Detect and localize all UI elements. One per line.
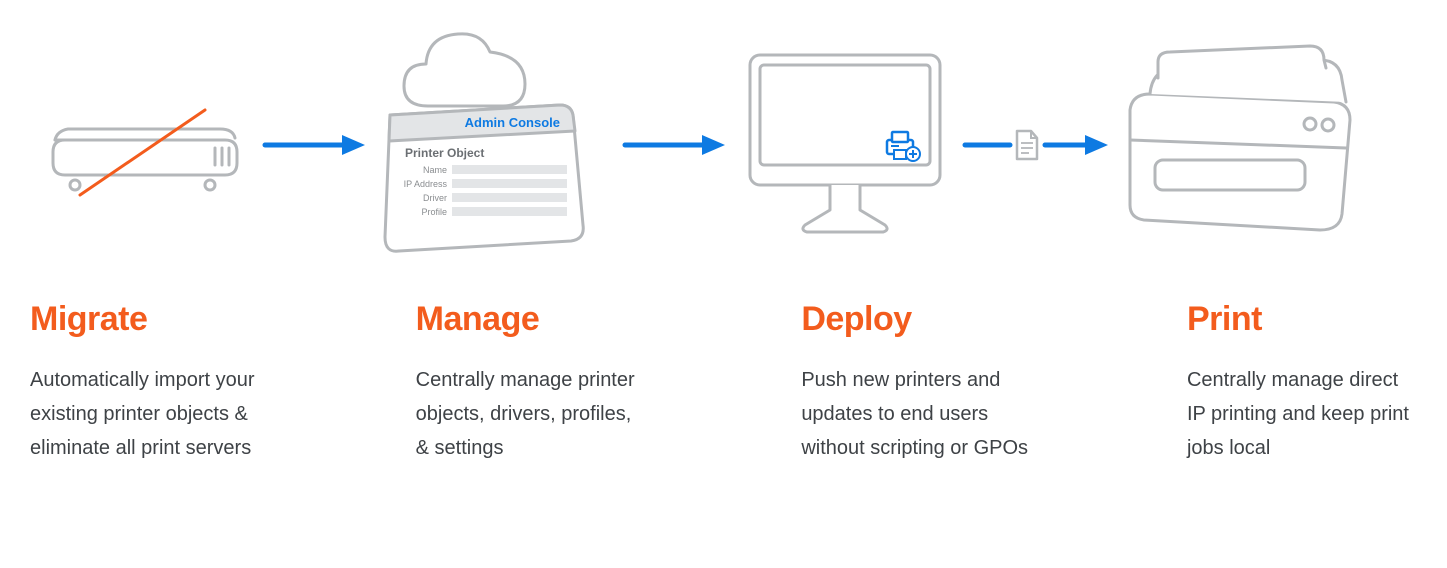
flow-arrow-3 [960, 125, 1110, 165]
title-manage: Manage [416, 300, 646, 339]
field-label-3: Profile [421, 207, 447, 217]
col-deploy: Deploy Push new printers and updates to … [801, 300, 1031, 465]
title-print: Print [1187, 300, 1417, 339]
flow-arrow-2 [620, 130, 730, 160]
server-icon [30, 85, 260, 205]
field-label-1: IP Address [404, 179, 448, 189]
desc-print: Centrally manage direct IP printing and … [1187, 363, 1417, 465]
printer-icon [1110, 40, 1380, 250]
diagram-strip: Admin Console Printer Object Name IP Add… [30, 20, 1417, 270]
title-deploy: Deploy [801, 300, 1031, 339]
monitor-icon [730, 40, 960, 250]
desc-manage: Centrally manage printer objects, driver… [416, 363, 646, 465]
col-migrate: Migrate Automatically import your existi… [30, 300, 260, 465]
admin-console-label: Admin Console [465, 115, 560, 130]
flow-arrow-1 [260, 130, 370, 160]
desc-deploy: Push new printers and updates to end use… [801, 363, 1031, 465]
title-migrate: Migrate [30, 300, 260, 339]
col-print: Print Centrally manage direct IP printin… [1187, 300, 1417, 465]
field-label-2: Driver [423, 193, 447, 203]
field-label-0: Name [423, 165, 447, 175]
col-manage: Manage Centrally manage printer objects,… [416, 300, 646, 465]
desc-migrate: Automatically import your existing print… [30, 363, 260, 465]
printer-object-label: Printer Object [405, 146, 484, 160]
admin-console-icon: Admin Console Printer Object Name IP Add… [370, 30, 620, 260]
document-icon [1017, 131, 1037, 159]
caption-row: Migrate Automatically import your existi… [30, 300, 1417, 465]
